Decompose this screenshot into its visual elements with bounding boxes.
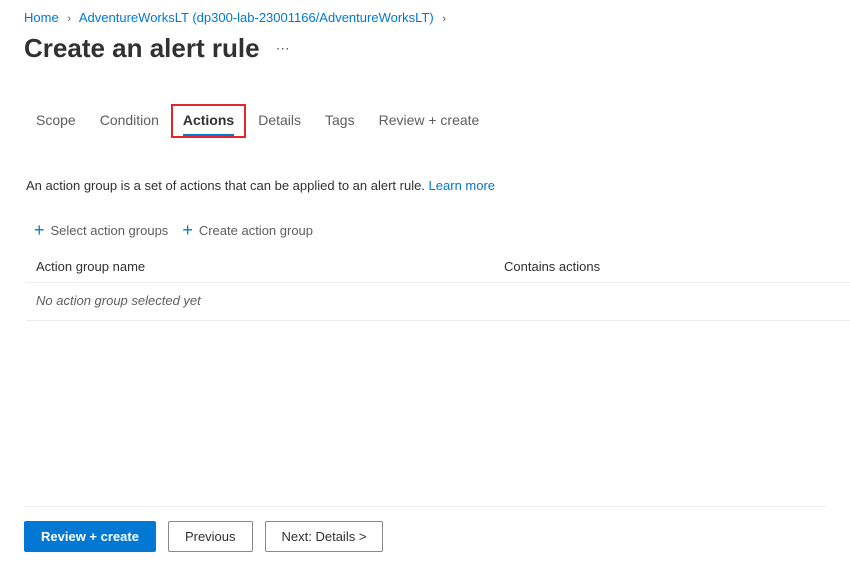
create-action-group-button[interactable]: + Create action group bbox=[182, 221, 313, 239]
tab-actions[interactable]: Actions bbox=[171, 104, 246, 138]
tab-review-create[interactable]: Review + create bbox=[367, 104, 492, 138]
breadcrumb: Home › AdventureWorksLT (dp300-lab-23001… bbox=[0, 0, 850, 29]
action-buttons: + Select action groups + Create action g… bbox=[34, 221, 850, 239]
breadcrumb-resource[interactable]: AdventureWorksLT (dp300-lab-23001166/Adv… bbox=[79, 10, 434, 25]
chevron-right-icon: › bbox=[67, 13, 71, 25]
footer: Review + create Previous Next: Details > bbox=[24, 506, 826, 552]
plus-icon: + bbox=[34, 221, 45, 239]
tab-details[interactable]: Details bbox=[246, 104, 313, 138]
description: An action group is a set of actions that… bbox=[26, 178, 850, 193]
next-button[interactable]: Next: Details > bbox=[265, 521, 384, 552]
table-row-empty: No action group selected yet bbox=[26, 283, 850, 321]
select-action-groups-label: Select action groups bbox=[51, 223, 169, 238]
select-action-groups-button[interactable]: + Select action groups bbox=[34, 221, 168, 239]
tab-condition[interactable]: Condition bbox=[88, 104, 171, 138]
learn-more-link[interactable]: Learn more bbox=[429, 178, 495, 193]
content: An action group is a set of actions that… bbox=[0, 138, 850, 321]
tabs: Scope Condition Actions Details Tags Rev… bbox=[0, 64, 850, 138]
tab-scope[interactable]: Scope bbox=[24, 104, 88, 138]
create-action-group-label: Create action group bbox=[199, 223, 313, 238]
more-options-icon[interactable]: ⋯ bbox=[276, 40, 291, 57]
previous-button[interactable]: Previous bbox=[168, 521, 253, 552]
breadcrumb-home[interactable]: Home bbox=[24, 10, 59, 25]
action-groups-table: Action group name Contains actions No ac… bbox=[26, 253, 850, 321]
col-contains-actions: Contains actions bbox=[504, 259, 840, 274]
tab-tags[interactable]: Tags bbox=[313, 104, 367, 138]
page-header: Create an alert rule ⋯ bbox=[0, 29, 850, 64]
table-header: Action group name Contains actions bbox=[26, 253, 850, 283]
plus-icon: + bbox=[182, 221, 193, 239]
description-text: An action group is a set of actions that… bbox=[26, 178, 425, 193]
col-action-group-name: Action group name bbox=[36, 259, 504, 274]
review-create-button[interactable]: Review + create bbox=[24, 521, 156, 552]
chevron-right-icon: › bbox=[442, 13, 446, 25]
page-title: Create an alert rule bbox=[24, 33, 260, 64]
